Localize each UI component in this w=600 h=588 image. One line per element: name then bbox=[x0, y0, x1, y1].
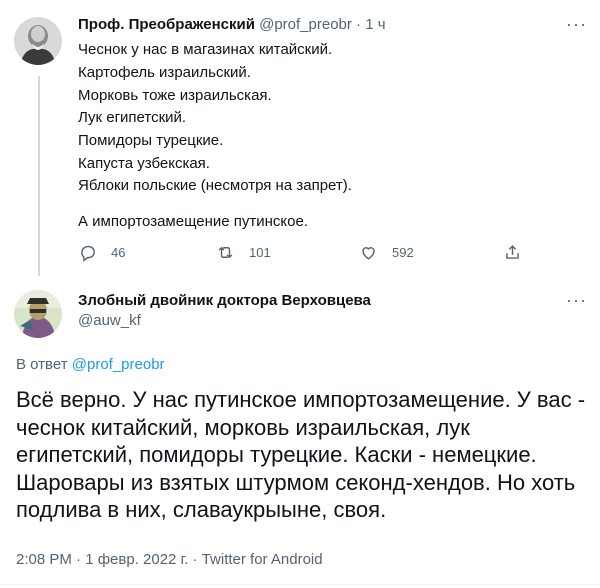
tweet-text-line: Яблоки польские (несмотря на запрет). bbox=[78, 177, 352, 194]
divider bbox=[0, 584, 600, 585]
display-name[interactable]: Злобный двойник доктора Верховцева bbox=[78, 292, 371, 309]
retweet-icon bbox=[218, 246, 233, 259]
retweet-count: 101 bbox=[249, 245, 271, 260]
retweet-button[interactable]: 101 bbox=[216, 243, 271, 262]
share-button[interactable] bbox=[503, 243, 522, 262]
avatar[interactable] bbox=[14, 17, 62, 65]
reply-count: 46 bbox=[111, 245, 126, 260]
thread-line bbox=[38, 76, 40, 276]
display-name[interactable]: Проф. Преображенский bbox=[78, 16, 255, 33]
avatar[interactable] bbox=[14, 290, 62, 338]
tweet-text-line: Картофель израильский. bbox=[78, 64, 251, 81]
reply-to-link[interactable]: @prof_preobr bbox=[72, 356, 165, 373]
handle[interactable]: @auw_kf bbox=[78, 312, 371, 329]
tweet-text-line: А импортозамещение путинское. bbox=[78, 213, 309, 230]
tweet-text-line: Чеснок у нас в магазинах китайский. bbox=[78, 41, 333, 58]
share-icon bbox=[506, 245, 519, 259]
timestamp[interactable]: 1 ч bbox=[365, 16, 385, 33]
tweet-text-line: Помидоры турецкие. bbox=[78, 132, 224, 149]
tweet-text-line: Морковь тоже израильская. bbox=[78, 87, 272, 104]
tweet-meta[interactable]: 2:08 PM · 1 февр. 2022 г. · Twitter for … bbox=[16, 551, 323, 568]
reply-prefix: В ответ bbox=[16, 356, 68, 373]
tweet-header: Проф. Преображенский @prof_preobr · 1 ч bbox=[78, 16, 386, 33]
like-count: 592 bbox=[392, 245, 414, 260]
more-icon[interactable]: ··· bbox=[566, 290, 587, 311]
handle[interactable]: @prof_preobr bbox=[259, 16, 352, 33]
tweet-text: Всё верно. У нас путинское импортозамеще… bbox=[16, 387, 586, 522]
separator: · bbox=[356, 16, 362, 33]
reply-context: В ответ @prof_preobr bbox=[16, 356, 165, 373]
more-icon[interactable]: ··· bbox=[566, 14, 587, 35]
like-icon bbox=[362, 247, 375, 260]
tweet-text-line: Лук египетский. bbox=[78, 109, 187, 126]
reply-icon bbox=[81, 245, 95, 262]
tweet-text-line: Капуста узбекская. bbox=[78, 155, 210, 172]
like-button[interactable]: 592 bbox=[359, 243, 414, 262]
main-author: Злобный двойник доктора Верховцева @auw_… bbox=[78, 292, 371, 329]
reply-button[interactable]: 46 bbox=[78, 243, 125, 262]
